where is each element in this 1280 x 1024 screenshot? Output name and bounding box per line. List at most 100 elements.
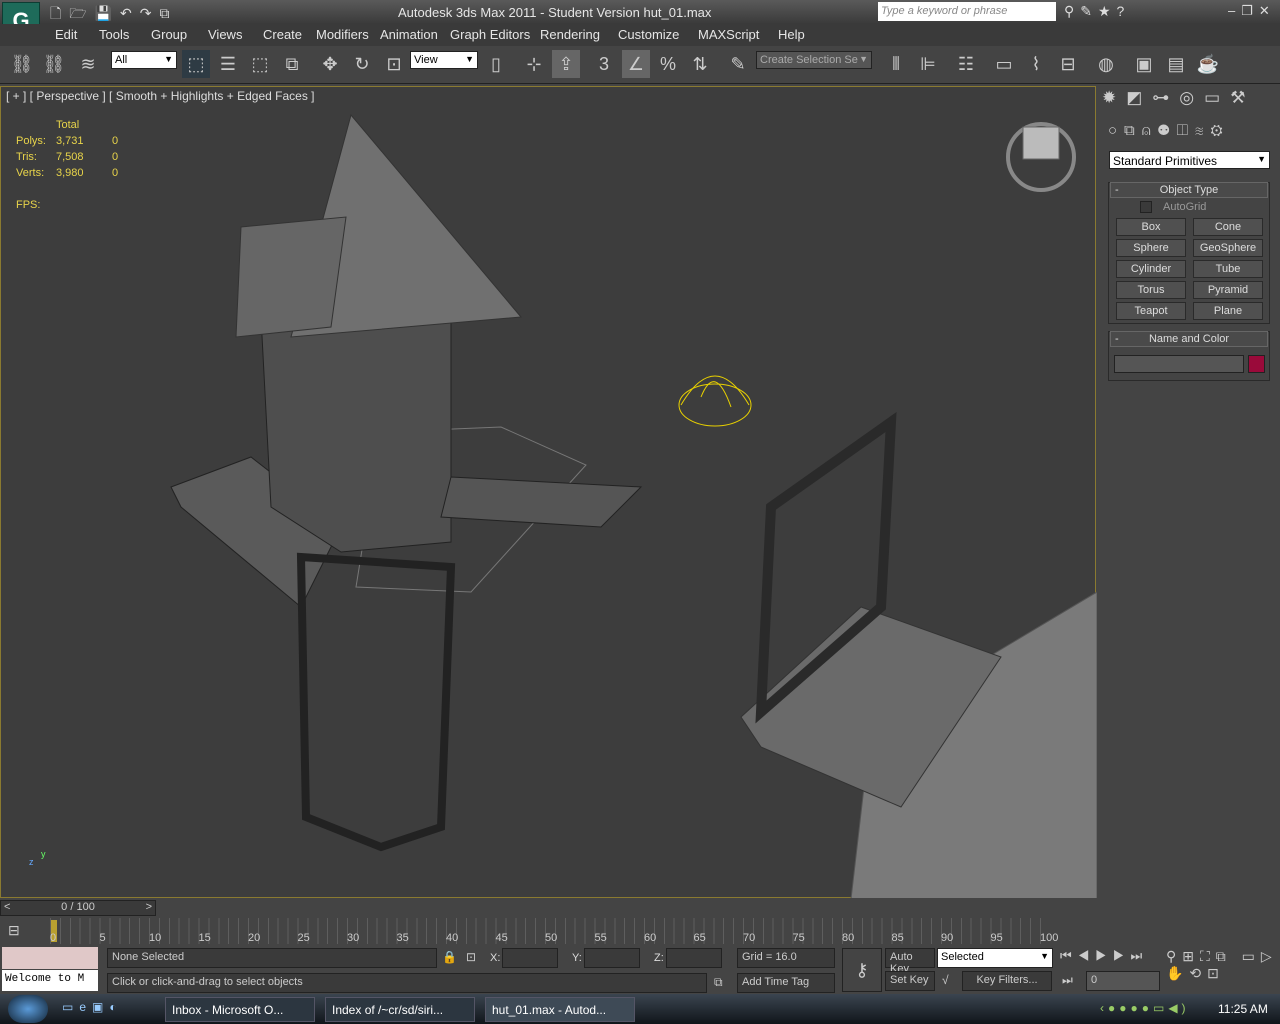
menu-help[interactable]: Help — [778, 27, 805, 42]
unlink-icon[interactable]: ⛓ — [40, 50, 68, 78]
z-coordinate-input[interactable] — [666, 948, 722, 968]
rendered-frame-icon[interactable]: ▤ — [1162, 50, 1190, 78]
absolute-mode-icon[interactable]: ⊡ — [466, 950, 476, 964]
current-frame-input[interactable]: 0 — [1086, 971, 1160, 991]
menu-views[interactable]: Views — [208, 27, 242, 42]
maxscript-mini-listener[interactable] — [2, 947, 98, 969]
perspective-viewport[interactable]: zy — [0, 86, 1097, 899]
scale-icon[interactable]: ⊡ — [380, 50, 408, 78]
menu-rendering[interactable]: Rendering — [540, 27, 600, 42]
menu-maxscript[interactable]: MAXScript — [698, 27, 759, 42]
edit-named-selection-icon[interactable]: ✎ — [724, 50, 752, 78]
taskbar-item-3dsmax[interactable]: hut_01.max - Autod... — [485, 997, 635, 1022]
quick-launch-icons[interactable]: ▭e▣◐ — [62, 1000, 123, 1014]
percent-snap-icon[interactable]: % — [654, 50, 682, 78]
bind-space-warp-icon[interactable]: ≋ — [74, 50, 102, 78]
render-setup-icon[interactable]: ▣ — [1130, 50, 1158, 78]
spinner-snap-icon[interactable]: ⇅ — [686, 50, 714, 78]
y-label: Y: — [572, 952, 582, 964]
taskbar-item-outlook[interactable]: Inbox - Microsoft O... — [165, 997, 315, 1022]
maxscript-listener-output[interactable]: Welcome to M — [2, 970, 98, 991]
keyboard-shortcut-override-icon[interactable]: ⇪ — [552, 50, 580, 78]
viewport-label[interactable]: [ + ] [ Perspective ] [ Smooth + Highlig… — [6, 89, 315, 103]
mirror-icon[interactable]: ⫴ — [882, 50, 910, 78]
selection-filter-dropdown[interactable]: All — [111, 51, 177, 69]
window-crossing-icon[interactable]: ⧉ — [278, 50, 306, 78]
object-type-title[interactable]: - Object Type — [1110, 182, 1268, 198]
teapot-button[interactable]: Teapot — [1116, 302, 1186, 320]
clock: 11:25 AM — [1218, 1002, 1268, 1016]
menu-group[interactable]: Group — [151, 27, 187, 42]
angle-snap-icon[interactable]: ∠ — [622, 50, 650, 78]
create-category-icons[interactable]: ○⧉⍝⚉◫≋⚙ — [1108, 122, 1230, 139]
timeline-tick-label: 40 — [446, 932, 459, 944]
menu-graph-editors[interactable]: Graph Editors — [450, 27, 530, 42]
box-button[interactable]: Box — [1116, 218, 1186, 236]
named-selection-dropdown[interactable]: Create Selection Se — [756, 51, 872, 69]
manipulate-icon[interactable]: ⊹ — [520, 50, 548, 78]
cylinder-button[interactable]: Cylinder — [1116, 260, 1186, 278]
timeline-tick-label: 70 — [743, 932, 756, 944]
search-input[interactable]: Type a keyword or phrase — [878, 2, 1056, 21]
move-icon[interactable]: ✥ — [316, 50, 344, 78]
object-name-input[interactable] — [1114, 355, 1244, 373]
rotate-icon[interactable]: ↻ — [348, 50, 376, 78]
command-panel-tabs[interactable]: ✹◩⊶◎▭⚒ — [1102, 88, 1255, 108]
viewport-navigation-controls[interactable]: ⚲⊞⛶⧉ ▭▷✋⟲⊡ — [1166, 948, 1280, 982]
menu-create[interactable]: Create — [263, 27, 302, 42]
sphere-button[interactable]: Sphere — [1116, 239, 1186, 257]
menu-edit[interactable]: Edit — [55, 27, 77, 42]
align-icon[interactable]: ⊫ — [914, 50, 942, 78]
pivot-icon[interactable]: ▯ — [482, 50, 510, 78]
primitive-type-dropdown[interactable]: Standard Primitives — [1109, 151, 1270, 169]
mini-curve-editor-icon[interactable]: ⊟ — [8, 922, 20, 939]
select-object-icon[interactable]: ⬚ — [182, 50, 210, 78]
key-mode-dropdown[interactable]: Selected — [937, 948, 1053, 968]
menu-customize[interactable]: Customize — [618, 27, 679, 42]
x-coordinate-input[interactable] — [502, 948, 558, 968]
tube-button[interactable]: Tube — [1193, 260, 1263, 278]
torus-button[interactable]: Torus — [1116, 281, 1186, 299]
lock-icon[interactable]: 🔒 — [442, 950, 457, 964]
schematic-view-icon[interactable]: ⊟ — [1054, 50, 1082, 78]
pyramid-button[interactable]: Pyramid — [1193, 281, 1263, 299]
rectangular-selection-icon[interactable]: ⬚ — [246, 50, 274, 78]
reference-coord-dropdown[interactable]: View — [410, 51, 478, 69]
key-filters-button[interactable]: Key Filters... — [962, 971, 1052, 991]
layer-manager-icon[interactable]: ☷ — [952, 50, 980, 78]
plane-button[interactable]: Plane — [1193, 302, 1263, 320]
name-color-title[interactable]: - Name and Color — [1110, 331, 1268, 347]
set-key-icon[interactable]: ⚷ — [842, 948, 882, 992]
snap-toggle-icon[interactable]: 3 — [590, 50, 618, 78]
render-teapot-icon[interactable]: ☕ — [1194, 50, 1222, 78]
menu-animation[interactable]: Animation — [380, 27, 438, 42]
system-tray-icons[interactable]: ‹●●●●▭◀) — [1100, 1001, 1190, 1015]
curve-editor-icon[interactable]: ⌇ — [1022, 50, 1050, 78]
window-controls[interactable]: –❐✕ — [1228, 3, 1276, 19]
object-color-swatch[interactable] — [1248, 355, 1265, 373]
time-tag-icon[interactable]: ⧉ — [714, 975, 723, 990]
start-button[interactable] — [8, 995, 48, 1023]
key-mode-toggle-icon[interactable]: ⏭ — [1062, 973, 1073, 988]
autogrid-checkbox[interactable] — [1140, 201, 1152, 213]
select-by-name-icon[interactable]: ☰ — [214, 50, 242, 78]
menu-tools[interactable]: Tools — [99, 27, 129, 42]
infocenter-icons[interactable]: ⚲✎★? — [1064, 3, 1130, 20]
link-icon[interactable]: ⛓ — [8, 50, 36, 78]
tangent-icon[interactable]: √ — [942, 973, 949, 987]
autogrid-label: AutoGrid — [1163, 201, 1207, 213]
menu-modifiers[interactable]: Modifiers — [316, 27, 369, 42]
graphite-toolbar-icon[interactable]: ▭ — [990, 50, 1018, 78]
material-editor-icon[interactable]: ◍ — [1092, 50, 1120, 78]
stats-label: Tris: — [16, 151, 37, 163]
geosphere-button[interactable]: GeoSphere — [1193, 239, 1263, 257]
y-coordinate-input[interactable] — [584, 948, 640, 968]
add-time-tag-button[interactable]: Add Time Tag — [737, 973, 835, 993]
playback-controls[interactable]: ⏮◀▶▶⏭ — [1060, 948, 1148, 964]
set-key-button[interactable]: Set Key — [885, 971, 935, 991]
cone-button[interactable]: Cone — [1193, 218, 1263, 236]
time-slider[interactable]: <0 / 100 > — [0, 900, 156, 916]
taskbar-item-browser[interactable]: Index of /~cr/sd/siri... — [325, 997, 475, 1022]
auto-key-button[interactable]: Auto Key — [885, 948, 935, 975]
fps-label: FPS: — [16, 199, 41, 211]
